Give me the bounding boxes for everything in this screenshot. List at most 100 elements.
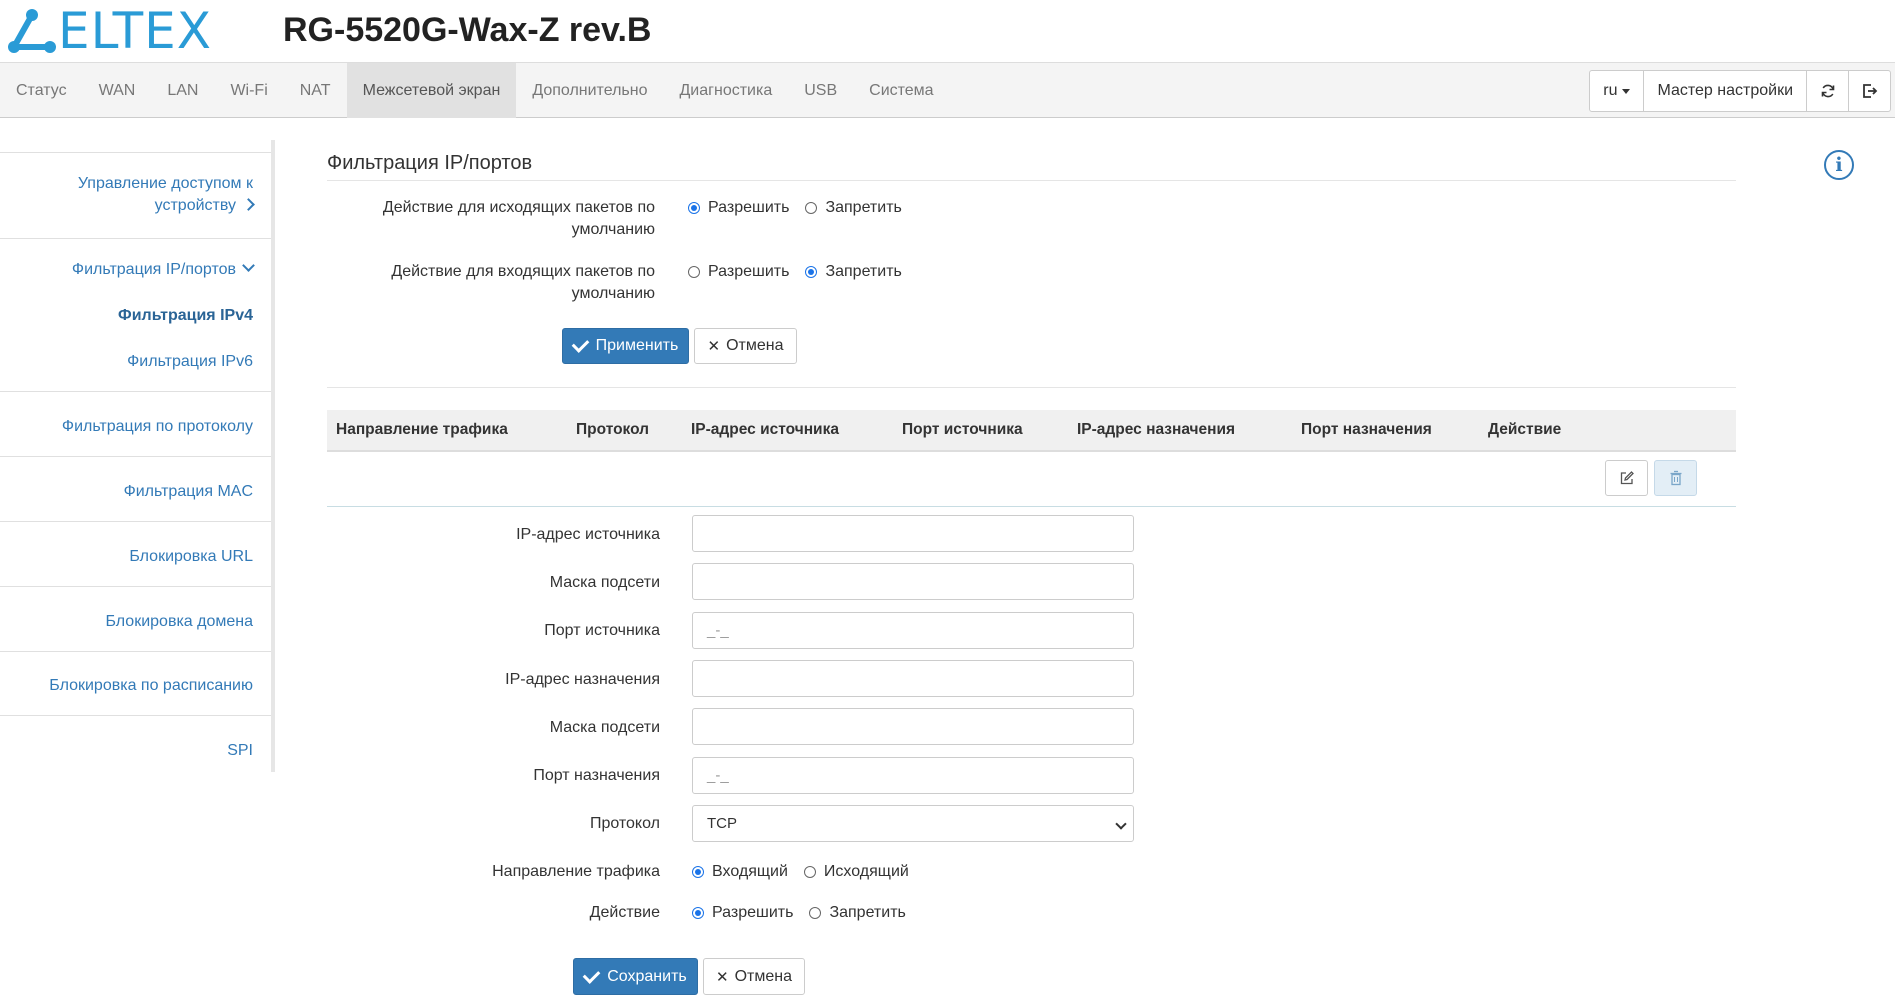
sidebar-divider [0, 521, 271, 522]
column-header[interactable]: IP-адрес назначения [1077, 410, 1235, 450]
incoming-deny-radio[interactable] [805, 266, 818, 278]
src-mask-input[interactable] [692, 563, 1134, 600]
nav-item-usb[interactable]: USB [788, 63, 853, 118]
direction-label: Направление трафика [492, 863, 660, 880]
outgoing-deny-label: Запретить [825, 199, 902, 216]
sidebar-item-ip-port-filter[interactable]: Фильтрация IP/портов [72, 259, 255, 281]
column-header[interactable]: Направление трафика [336, 410, 508, 450]
edit-button[interactable] [1605, 460, 1648, 496]
sidebar-item-ipv4[interactable]: Фильтрация IPv4 [118, 305, 253, 327]
column-header[interactable]: Порт источника [902, 410, 1023, 450]
check-icon [571, 335, 589, 353]
header: ELTEX RG-5520G-Wax-Z rev.B [0, 0, 1895, 62]
delete-button[interactable] [1654, 460, 1697, 496]
sidebar-item-schedule-block[interactable]: Блокировка по расписанию [49, 675, 253, 697]
action-allow-radio[interactable] [692, 907, 704, 919]
dst-ip-input[interactable] [692, 660, 1134, 697]
nav-item-system[interactable]: Система [853, 63, 949, 118]
sidebar-divider [0, 456, 271, 457]
logout-icon [1862, 84, 1877, 98]
sidebar-divider [0, 152, 271, 153]
edit-icon [1620, 471, 1634, 485]
src-ip-label: IP-адрес источника [516, 526, 660, 543]
action-deny-option[interactable]: Запретить [809, 904, 906, 922]
column-header[interactable]: IP-адрес источника [691, 410, 839, 450]
src-ip-input[interactable] [692, 515, 1134, 552]
nav-item-diagnostics[interactable]: Диагностика [663, 63, 788, 118]
nav-item-firewall[interactable]: Межсетевой экран [346, 63, 517, 118]
nav-item-nat[interactable]: NAT [284, 63, 347, 118]
direction-out-option[interactable]: Исходящий [803, 863, 909, 881]
setup-wizard-button[interactable]: Мастер настройки [1643, 71, 1806, 111]
apply-button[interactable]: Применить [562, 328, 689, 364]
action-deny-label: Запретить [829, 904, 906, 921]
top-navbar: Статус WAN LAN Wi-Fi NAT Межсетевой экра… [0, 62, 1895, 118]
incoming-allow-option[interactable]: Разрешить [688, 263, 789, 281]
incoming-deny-label: Запретить [825, 263, 902, 280]
chevron-down-icon [1115, 818, 1127, 830]
nav-item-lan[interactable]: LAN [151, 63, 214, 118]
chevron-right-icon [242, 198, 255, 211]
outgoing-allow-option[interactable]: Разрешить [688, 199, 789, 217]
sidebar-item-label: Управление доступом к устройству [77, 175, 253, 214]
direction-in-label: Входящий [712, 863, 788, 880]
direction-out-label: Исходящий [823, 863, 909, 880]
form-cancel-button-label: Отмена [734, 967, 792, 985]
trash-icon [1670, 470, 1681, 486]
sidebar-item-protocol-filter[interactable]: Фильтрация по протоколу [62, 416, 253, 438]
src-port-input[interactable]: _-_ [692, 612, 1134, 649]
nav-item-status[interactable]: Статус [0, 63, 83, 118]
rules-table-header: Направление трафика Протокол IP-адрес ис… [327, 410, 1736, 452]
protocol-select[interactable]: TCP [692, 805, 1134, 842]
caret-down-icon [1622, 88, 1631, 94]
sidebar-item-mac-filter[interactable]: Фильтрация MAC [124, 481, 253, 503]
direction-in-radio[interactable] [692, 866, 704, 878]
direction-out-radio[interactable] [803, 866, 816, 878]
sidebar-item-access-control[interactable]: Управление доступом к устройству [53, 173, 255, 217]
incoming-allow-radio[interactable] [688, 266, 700, 278]
logout-button[interactable] [1848, 71, 1890, 111]
sidebar-item-spi[interactable]: SPI [227, 740, 253, 762]
sidebar-divider [0, 651, 271, 652]
outgoing-deny-option[interactable]: Запретить [805, 199, 902, 217]
form-cancel-button[interactable]: ✕ Отмена [703, 958, 805, 995]
incoming-deny-option[interactable]: Запретить [805, 263, 902, 281]
sidebar-item-url-block[interactable]: Блокировка URL [129, 546, 253, 568]
nav-item-wifi[interactable]: Wi-Fi [214, 63, 283, 118]
dst-port-input[interactable]: _-_ [692, 757, 1134, 794]
cancel-button[interactable]: ✕ Отмена [694, 328, 797, 364]
sidebar: Управление доступом к устройству Фильтра… [0, 140, 275, 772]
column-header[interactable]: Протокол [576, 410, 649, 450]
language-label: ru [1603, 82, 1618, 99]
protocol-label: Протокол [589, 815, 660, 832]
title-divider [327, 180, 1736, 181]
outgoing-default-label: Действие для исходящих пакетов по умолча… [382, 199, 655, 238]
sidebar-item-domain-block[interactable]: Блокировка домена [105, 611, 253, 633]
nav-item-wan[interactable]: WAN [83, 63, 152, 118]
action-allow-option[interactable]: Разрешить [692, 904, 793, 922]
page-title: Фильтрация IP/портов [327, 152, 533, 174]
column-header[interactable]: Действие [1488, 410, 1561, 450]
action-deny-radio[interactable] [809, 907, 822, 919]
save-button-label: Сохранить [607, 967, 687, 985]
outgoing-allow-radio[interactable] [688, 202, 700, 214]
refresh-button[interactable] [1806, 71, 1848, 111]
column-header[interactable]: Порт назначения [1301, 410, 1432, 450]
info-icon[interactable]: i [1824, 150, 1854, 180]
src-mask-label: Маска подсети [549, 574, 660, 591]
save-button[interactable]: Сохранить [573, 958, 698, 995]
dst-mask-label: Маска подсети [549, 719, 660, 736]
direction-in-option[interactable]: Входящий [692, 863, 788, 881]
language-dropdown[interactable]: ru [1590, 71, 1643, 111]
dst-mask-input[interactable] [692, 708, 1134, 745]
cancel-button-label: Отмена [726, 337, 784, 354]
action-label: Действие [589, 904, 660, 921]
outgoing-deny-radio[interactable] [805, 202, 818, 214]
apply-button-label: Применить [595, 337, 679, 354]
close-icon: ✕ [707, 338, 721, 355]
protocol-selected-value: TCP [707, 815, 737, 832]
incoming-default-radio-group: Разрешить Запретить [688, 261, 918, 283]
nav-item-advanced[interactable]: Дополнительно [516, 63, 663, 118]
direction-radio-group: Входящий Исходящий [692, 861, 925, 883]
sidebar-item-ipv6[interactable]: Фильтрация IPv6 [127, 351, 253, 373]
